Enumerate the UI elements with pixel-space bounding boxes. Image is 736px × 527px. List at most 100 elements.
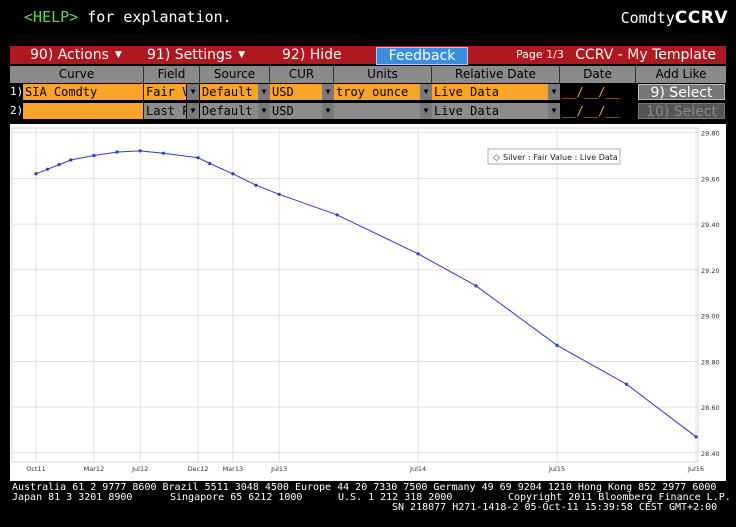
- currency-select[interactable]: USD: [270, 103, 322, 119]
- settings-menu[interactable]: 91) Settings ▼: [147, 46, 245, 64]
- date-input[interactable]: __/__/__: [560, 103, 634, 119]
- data-point: [624, 382, 629, 386]
- data-point: [474, 284, 478, 288]
- chart-svg[interactable]: 29.80 29.60 29.40 29.20 29.00 28.80 28.60 28.40…: [10, 124, 726, 481]
- column-header-row: Curve Field Source CUR Units Relative Da…: [10, 66, 726, 83]
- col-header-add-like: Add Like: [655, 67, 707, 81]
- x-tick-label: Jul14: [409, 465, 426, 473]
- data-point: [45, 167, 50, 171]
- x-tick-label: Oct11: [26, 465, 46, 473]
- chevron-down-icon: ▼: [238, 50, 246, 60]
- data-point: [138, 149, 142, 153]
- row-number: 2): [10, 104, 24, 117]
- col-header-relative-date: Relative Date: [432, 66, 560, 83]
- relative-date-select[interactable]: Live Data: [432, 84, 548, 100]
- relative-date-dropdown-icon[interactable]: ▼: [548, 84, 560, 100]
- function-code: CCRV: [674, 8, 728, 28]
- y-tick-label: 29.80: [701, 130, 720, 138]
- help-hint[interactable]: <HELP> for explanation.: [24, 8, 232, 26]
- curve-chart[interactable]: 29.80 29.60 29.40 29.20 29.00 28.80 28.60 28.40…: [10, 124, 726, 481]
- data-point: [416, 252, 420, 256]
- y-tick-label: 29.20: [701, 267, 720, 275]
- hide-button[interactable]: 92) Hide: [282, 46, 342, 64]
- y-tick-label: 29.00: [701, 313, 720, 321]
- footer-phone-singapore: Singapore 65 6212 1000: [170, 492, 303, 503]
- col-header-field: Field: [144, 66, 200, 83]
- units-dropdown-icon[interactable]: ▼: [420, 84, 432, 100]
- col-header-date: Date: [560, 66, 636, 83]
- y-tick-label: 29.60: [701, 175, 720, 183]
- chevron-down-icon: ▼: [114, 50, 122, 60]
- relative-date-select[interactable]: Live Data: [432, 103, 548, 119]
- relative-date-dropdown-icon[interactable]: ▼: [548, 103, 560, 119]
- curve-row-2: 2) Last P ▼ Default ▼ USD ▼ ▼ Live Data …: [10, 102, 726, 120]
- y-tick-label: 28.80: [701, 358, 720, 366]
- source-dropdown-icon[interactable]: ▼: [258, 84, 270, 100]
- field-select[interactable]: Fair V: [144, 84, 186, 100]
- x-axis-labels: Oct11 Mar12 Jul12 Dec12 Mar13 Jul13 Jul14 Jul15…: [26, 465, 704, 473]
- chart-legend[interactable]: ◇ Silver : Fair Value : Live Data: [487, 148, 621, 165]
- function-title: ComdtyCCRV: [621, 8, 728, 28]
- data-point: [92, 153, 96, 158]
- currency-dropdown-icon[interactable]: ▼: [322, 103, 334, 119]
- field-dropdown-icon[interactable]: ▼: [187, 103, 199, 119]
- units-select[interactable]: troy ounce: [334, 84, 420, 100]
- currency-dropdown-icon[interactable]: ▼: [322, 84, 334, 100]
- data-point: [555, 343, 559, 347]
- data-point: [208, 161, 212, 166]
- function-name: Comdty: [620, 9, 675, 27]
- page-indicator: Page 1/3: [516, 48, 564, 61]
- menu-bar: 90) Actions ▼ 91) Settings ▼ 92) Hide Feed…: [10, 46, 726, 65]
- y-tick-label: 28.40: [701, 450, 720, 458]
- currency-select[interactable]: USD: [270, 84, 322, 100]
- top-command-bar: <HELP> for explanation. ComdtyCCRV: [0, 0, 736, 40]
- curve-row-1: 1) SIA Comdty Fair V ▼ Default ▼ USD ▼ t…: [10, 83, 726, 101]
- chart-grid: [11, 127, 699, 463]
- data-point: [196, 156, 200, 160]
- data-point: [231, 172, 235, 176]
- actions-menu[interactable]: 90) Actions ▼: [30, 46, 122, 64]
- x-tick-label: Mar12: [84, 465, 105, 473]
- data-point: [694, 435, 698, 439]
- select-button-disabled[interactable]: 10) Select: [638, 103, 725, 120]
- col-header-curve: Curve: [10, 66, 144, 83]
- x-tick-label: Jul13: [270, 465, 287, 473]
- template-title: CCRV - My Template: [575, 47, 716, 63]
- curve-input[interactable]: [23, 103, 143, 119]
- col-header-units: Units: [334, 66, 432, 83]
- y-tick-label: 28.60: [701, 404, 720, 412]
- x-tick-label: Jul12: [131, 465, 148, 473]
- units-select[interactable]: [334, 103, 420, 119]
- legend-label: Silver : Fair Value : Live Data: [503, 153, 618, 162]
- legend-marker-icon: ◇: [493, 153, 500, 163]
- date-input[interactable]: __/__/__: [560, 84, 634, 100]
- data-point: [335, 213, 339, 217]
- x-tick-label: Dec12: [188, 465, 209, 473]
- help-text: for explanation.: [78, 8, 232, 26]
- source-dropdown-icon[interactable]: ▼: [258, 103, 270, 119]
- data-point: [254, 183, 258, 187]
- col-header-source: Source: [200, 66, 270, 83]
- data-point: [161, 151, 165, 155]
- series-points: [34, 149, 698, 439]
- y-axis-labels: 29.80 29.60 29.40 29.20 29.00 28.80 28.60 28.40: [701, 130, 720, 458]
- field-dropdown-icon[interactable]: ▼: [187, 84, 199, 100]
- row-number: 1): [10, 85, 24, 98]
- x-tick-label: Mar13: [223, 465, 244, 473]
- x-tick-label: Jul15: [548, 465, 565, 473]
- data-point: [277, 192, 281, 196]
- help-key[interactable]: <HELP>: [24, 8, 78, 26]
- units-dropdown-icon[interactable]: ▼: [420, 103, 432, 119]
- data-point: [69, 158, 73, 162]
- select-button[interactable]: 9) Select: [638, 84, 725, 101]
- curve-input[interactable]: SIA Comdty: [23, 84, 143, 100]
- col-header-cur: CUR: [270, 66, 334, 83]
- x-tick-label: Jul16: [687, 465, 704, 473]
- settings-label: 91) Settings: [147, 47, 233, 63]
- feedback-button[interactable]: Feedback: [376, 47, 468, 65]
- data-point: [115, 150, 119, 154]
- series-line: [35, 150, 697, 438]
- field-select[interactable]: Last P: [144, 103, 186, 119]
- y-tick-label: 29.40: [701, 221, 720, 229]
- actions-label: 90) Actions: [30, 47, 109, 63]
